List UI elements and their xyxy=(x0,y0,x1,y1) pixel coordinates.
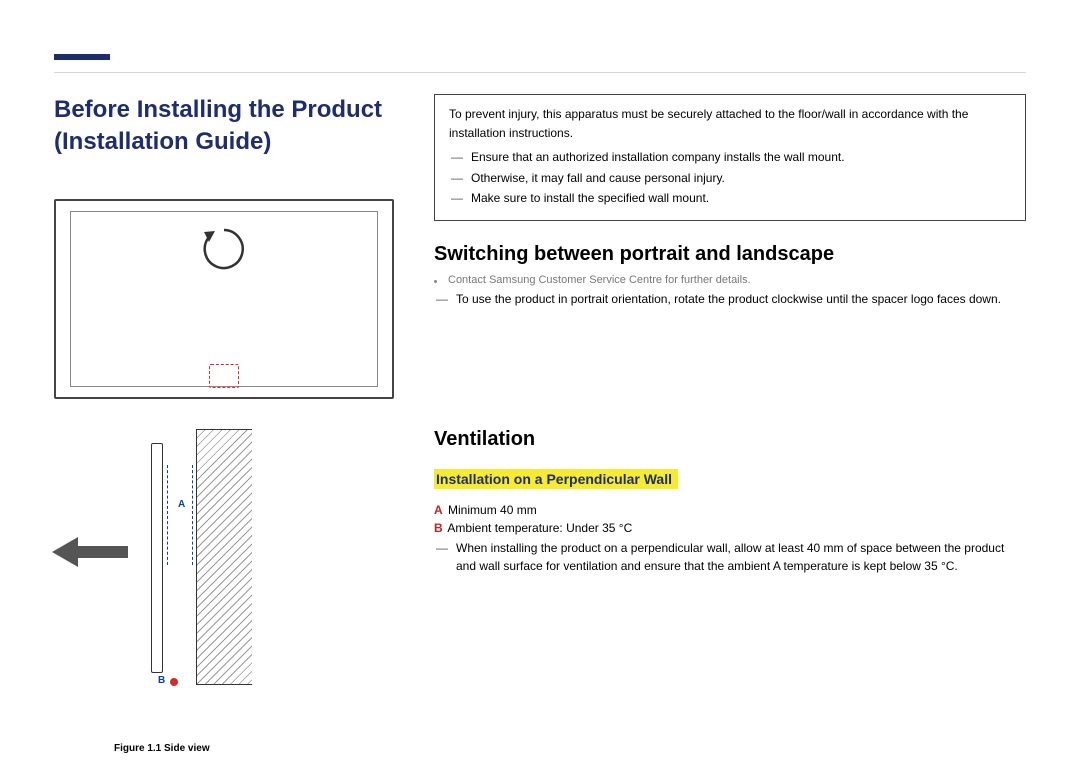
clearance-line-a-right xyxy=(192,465,193,565)
product-side-view xyxy=(151,443,163,673)
orientation-figure xyxy=(54,179,394,359)
header-rule xyxy=(54,72,1026,73)
top-accent-bar xyxy=(54,54,110,60)
label-b: B xyxy=(158,675,165,686)
safety-note-lead: To prevent injury, this apparatus must b… xyxy=(449,105,1011,142)
ventilation-subtitle: Installation on a Perpendicular Wall xyxy=(434,469,678,489)
contact-note: Contact Samsung Customer Service Centre … xyxy=(434,274,1026,286)
ventilation-section: Ventilation Installation on a Perpendicu… xyxy=(434,428,1026,575)
left-column: Before Installing the Product (Installat… xyxy=(54,54,394,754)
spec-a-line: A Minimum 40 mm xyxy=(434,503,1026,517)
temperature-indicator-dot xyxy=(170,678,178,686)
page: Before Installing the Product (Installat… xyxy=(0,0,1080,754)
wall-hatch xyxy=(196,429,252,685)
right-column: To prevent injury, this apparatus must b… xyxy=(434,54,1026,754)
switching-title: Switching between portrait and landscape xyxy=(434,243,1026,266)
spec-b-text: Ambient temperature: Under 35 °C xyxy=(447,521,632,535)
safety-note-item: Ensure that an authorized installation c… xyxy=(449,148,1011,167)
figure-caption: Figure 1.1 Side view xyxy=(114,743,394,754)
page-title: Before Installing the Product (Installat… xyxy=(54,94,394,159)
safety-note-item: Otherwise, it may fall and cause persona… xyxy=(449,169,1011,188)
spacer-logo-highlight xyxy=(209,364,239,388)
airflow-arrow-icon xyxy=(52,537,130,567)
spec-b-line: B Ambient temperature: Under 35 °C xyxy=(434,521,1026,535)
ventilation-note: When installing the product on a perpend… xyxy=(434,539,1026,575)
spec-a-letter: A xyxy=(434,503,443,517)
ventilation-title: Ventilation xyxy=(434,428,1026,451)
label-a: A xyxy=(178,499,185,510)
rotate-clockwise-icon xyxy=(199,224,249,274)
spec-a-text: Minimum 40 mm xyxy=(448,503,537,517)
spec-b-letter: B xyxy=(434,521,443,535)
orientation-note: To use the product in portrait orientati… xyxy=(434,290,1026,308)
safety-note-box: To prevent injury, this apparatus must b… xyxy=(434,94,1026,221)
safety-note-item: Make sure to install the specified wall … xyxy=(449,189,1011,208)
clearance-line-a-left xyxy=(167,465,168,565)
side-view-figure: A B xyxy=(114,429,294,739)
